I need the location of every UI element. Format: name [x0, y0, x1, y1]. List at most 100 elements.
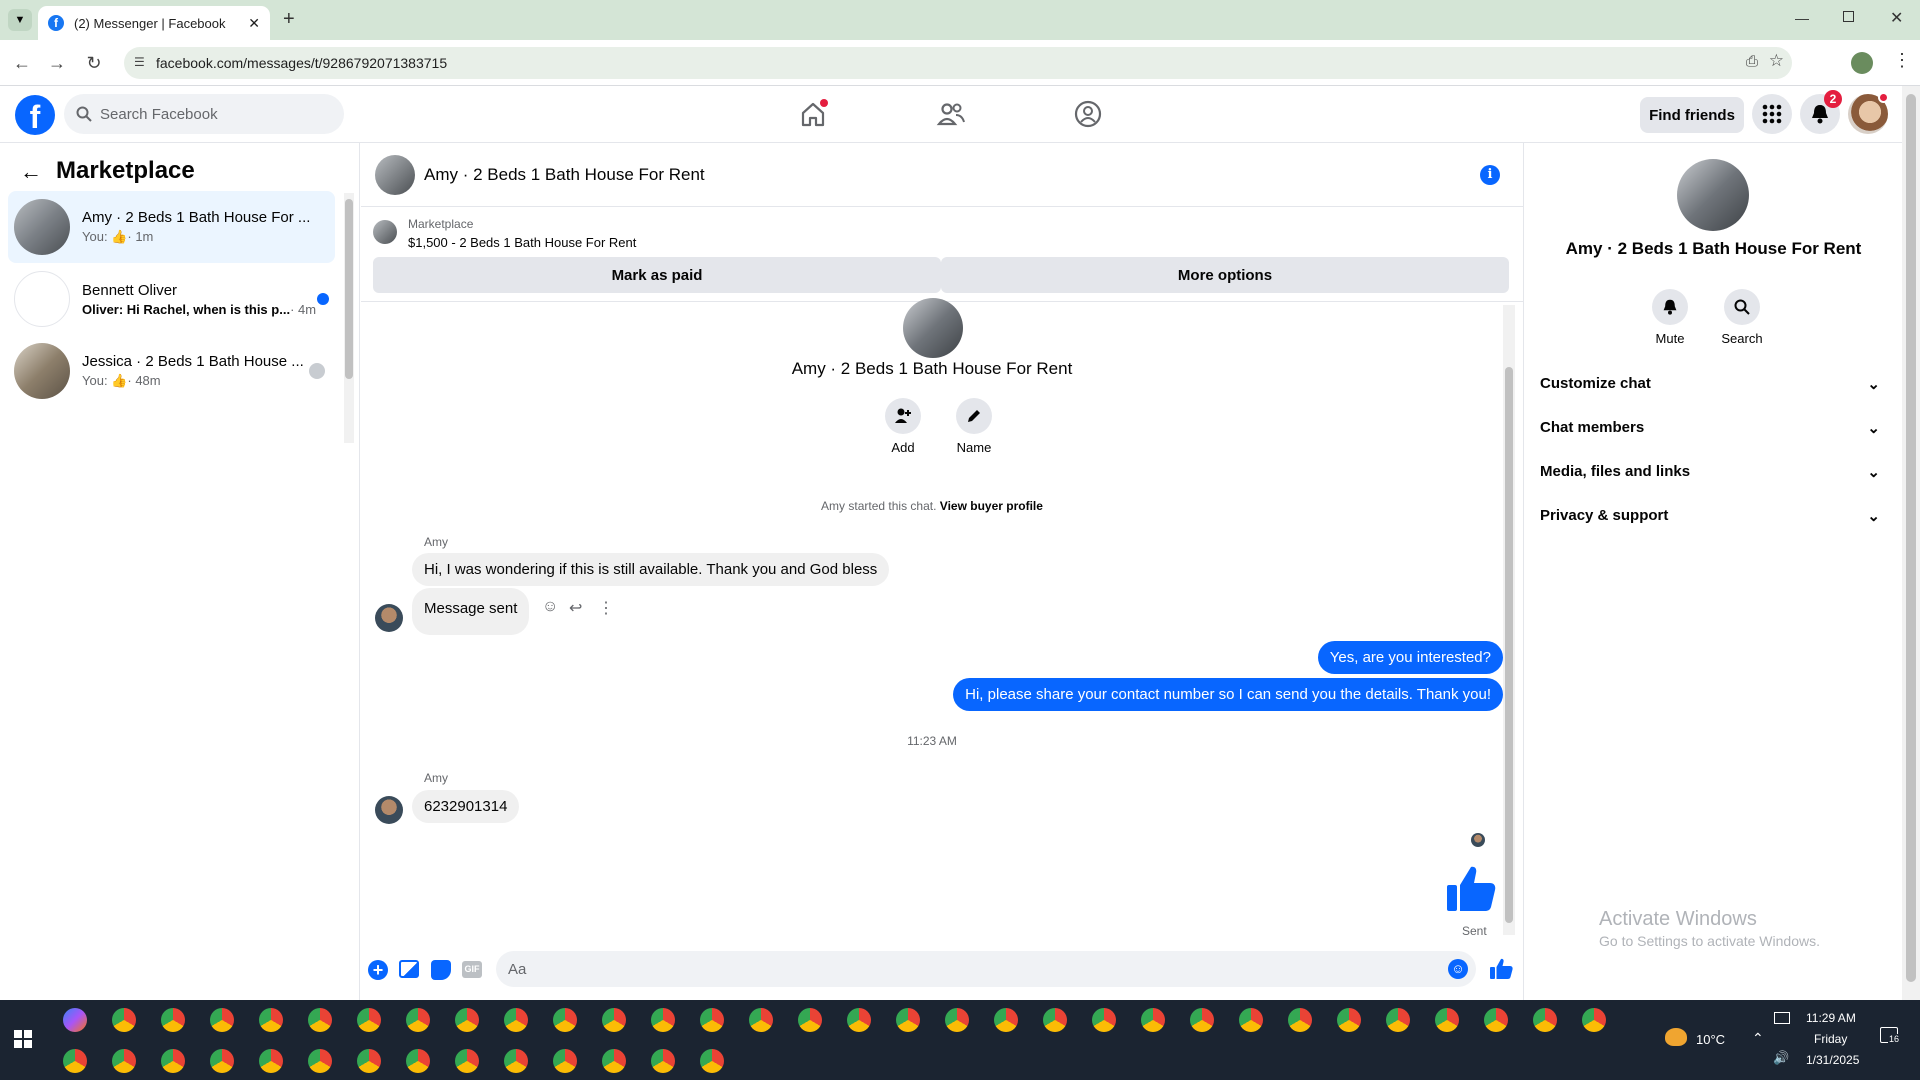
chrome-profile-icon[interactable] [504, 1049, 528, 1073]
search-facebook-input[interactable]: Search Facebook [64, 94, 344, 134]
chrome-profile-icon[interactable] [602, 1008, 626, 1032]
incoming-message[interactable]: Hi, I was wondering if this is still ava… [412, 553, 890, 586]
more-actions-icon[interactable]: ⋮ [598, 598, 614, 618]
sidebar-scrollbar[interactable] [344, 193, 354, 443]
privacy-support-section[interactable]: Privacy & support ⌄ [1540, 507, 1880, 525]
chrome-profile-icon[interactable] [700, 1008, 724, 1032]
view-buyer-profile-link[interactable]: View buyer profile [940, 499, 1043, 513]
more-actions-plus-icon[interactable]: + [368, 960, 388, 980]
chrome-profile-icon[interactable] [112, 1008, 136, 1032]
gif-icon[interactable]: GIF [462, 961, 482, 978]
chrome-profile-icon[interactable] [1092, 1008, 1116, 1032]
chrome-profile-icon[interactable] [406, 1008, 430, 1032]
chrome-profile-icon[interactable] [161, 1049, 185, 1073]
chrome-profile-icon[interactable] [1337, 1008, 1361, 1032]
search-in-conversation-button[interactable]: Search [1717, 289, 1767, 346]
restore-button[interactable] [1843, 11, 1854, 22]
attach-image-icon[interactable] [399, 960, 419, 978]
media-files-links-section[interactable]: Media, files and links ⌄ [1540, 463, 1880, 481]
windows-start-icon[interactable] [14, 1030, 32, 1048]
copilot-icon[interactable] [63, 1008, 87, 1032]
notifications-button[interactable]: 2 [1800, 90, 1842, 134]
chrome-profile-icon[interactable] [1435, 1008, 1459, 1032]
chrome-profile-icon[interactable] [1533, 1008, 1557, 1032]
edit-name-button[interactable]: Name [949, 398, 999, 455]
chrome-profile-icon[interactable] [63, 1049, 87, 1073]
tab-search-dropdown[interactable]: ▼ [8, 9, 32, 31]
chrome-profile-icon[interactable] [161, 1008, 185, 1032]
details-avatar[interactable] [1677, 159, 1749, 231]
minimize-button[interactable]: — [1795, 10, 1809, 26]
outgoing-message[interactable]: Hi, please share your contact number so … [953, 678, 1503, 711]
conversation-bennett[interactable]: Bennett Oliver Oliver: Hi Rachel, when i… [8, 263, 335, 335]
bookmark-star-icon[interactable]: ☆ [1769, 51, 1784, 71]
chrome-profile-icon[interactable] [651, 1008, 675, 1032]
volume-icon[interactable]: 🔊 [1773, 1050, 1789, 1066]
chrome-profile-icon[interactable] [357, 1008, 381, 1032]
react-icon[interactable]: ☺ [542, 598, 558, 616]
chrome-profile-icon[interactable] [602, 1049, 626, 1073]
close-tab-icon[interactable]: ✕ [248, 15, 260, 32]
chrome-profile-icon[interactable] [994, 1008, 1018, 1032]
chrome-profile-icon[interactable] [798, 1008, 822, 1032]
show-hidden-icons-icon[interactable]: ⌃ [1752, 1030, 1764, 1047]
temperature[interactable]: 10°C [1696, 1032, 1725, 1047]
friends-icon[interactable] [936, 99, 966, 129]
chat-title[interactable]: Amy · 2 Beds 1 Bath House For Rent [424, 165, 705, 185]
chrome-profile-icon[interactable] [1239, 1008, 1263, 1032]
chrome-profile-icon[interactable] [455, 1008, 479, 1032]
notification-center-icon[interactable]: 16 [1880, 1027, 1901, 1044]
new-tab-button[interactable]: + [283, 8, 295, 31]
customize-chat-section[interactable]: Customize chat ⌄ [1540, 375, 1880, 393]
mark-as-paid-button[interactable]: Mark as paid [373, 257, 941, 293]
mute-button[interactable]: Mute [1645, 289, 1695, 346]
chat-avatar[interactable] [375, 155, 415, 195]
network-icon[interactable] [1774, 1012, 1790, 1024]
install-app-icon[interactable]: ⎙ [1746, 53, 1758, 70]
outgoing-message[interactable]: Yes, are you interested? [1317, 641, 1503, 674]
forward-icon[interactable]: → [44, 50, 70, 76]
chrome-profile-icon[interactable] [1190, 1008, 1214, 1032]
chrome-profile-icon[interactable] [896, 1008, 920, 1032]
chrome-profile-icon[interactable] [749, 1008, 773, 1032]
chat-scrollbar[interactable] [1503, 305, 1515, 935]
chrome-profile-icon[interactable] [112, 1049, 136, 1073]
conversation-amy[interactable]: Amy · 2 Beds 1 Bath House For ... You: 👍… [8, 191, 335, 263]
large-thumbs-up-icon[interactable] [1445, 863, 1497, 915]
chrome-profile-icon[interactable] [700, 1049, 724, 1073]
chrome-profile-icon[interactable] [847, 1008, 871, 1032]
chrome-profile-icon[interactable] [1386, 1008, 1410, 1032]
chrome-profile-icon[interactable] [455, 1049, 479, 1073]
more-options-button[interactable]: More options [941, 257, 1509, 293]
reply-icon[interactable]: ↩ [569, 598, 582, 618]
info-icon[interactable]: i [1480, 165, 1500, 185]
groups-icon[interactable] [1073, 99, 1103, 129]
url-field[interactable]: ☰ facebook.com/messages/t/92867920713837… [124, 47, 1792, 79]
incoming-message[interactable]: 6232901314 [412, 790, 520, 823]
chrome-profile-icon[interactable] [945, 1008, 969, 1032]
chrome-profile-icon[interactable] [1043, 1008, 1067, 1032]
send-like-icon[interactable] [1489, 957, 1513, 981]
conversation-jessica[interactable]: Jessica · 2 Beds 1 Bath House ... You: 👍… [8, 335, 335, 407]
menu-grid-button[interactable] [1752, 94, 1792, 134]
chrome-profile-icon[interactable] [651, 1049, 675, 1073]
profile-icon[interactable] [1851, 52, 1873, 74]
chrome-profile-icon[interactable] [1288, 1008, 1312, 1032]
chrome-profile-icon[interactable] [1582, 1008, 1606, 1032]
clock-date[interactable]: 1/31/2025 [1806, 1053, 1859, 1067]
weather-icon[interactable] [1665, 1028, 1687, 1046]
chrome-profile-icon[interactable] [504, 1008, 528, 1032]
facebook-logo[interactable]: f [15, 95, 55, 135]
chrome-profile-icon[interactable] [553, 1008, 577, 1032]
chrome-profile-icon[interactable] [308, 1008, 332, 1032]
chat-members-section[interactable]: Chat members ⌄ [1540, 419, 1880, 437]
incoming-message[interactable]: Message sent [412, 588, 530, 635]
add-people-button[interactable]: Add [878, 398, 928, 455]
reload-icon[interactable]: ↻ [81, 50, 107, 76]
sticker-icon[interactable] [431, 960, 451, 980]
find-friends-button[interactable]: Find friends [1640, 97, 1744, 133]
browser-tab[interactable]: f (2) Messenger | Facebook ✕ [38, 6, 270, 40]
chrome-profile-icon[interactable] [259, 1049, 283, 1073]
page-scrollbar[interactable] [1902, 86, 1920, 1000]
emoji-icon[interactable]: ☺ [1448, 959, 1468, 979]
